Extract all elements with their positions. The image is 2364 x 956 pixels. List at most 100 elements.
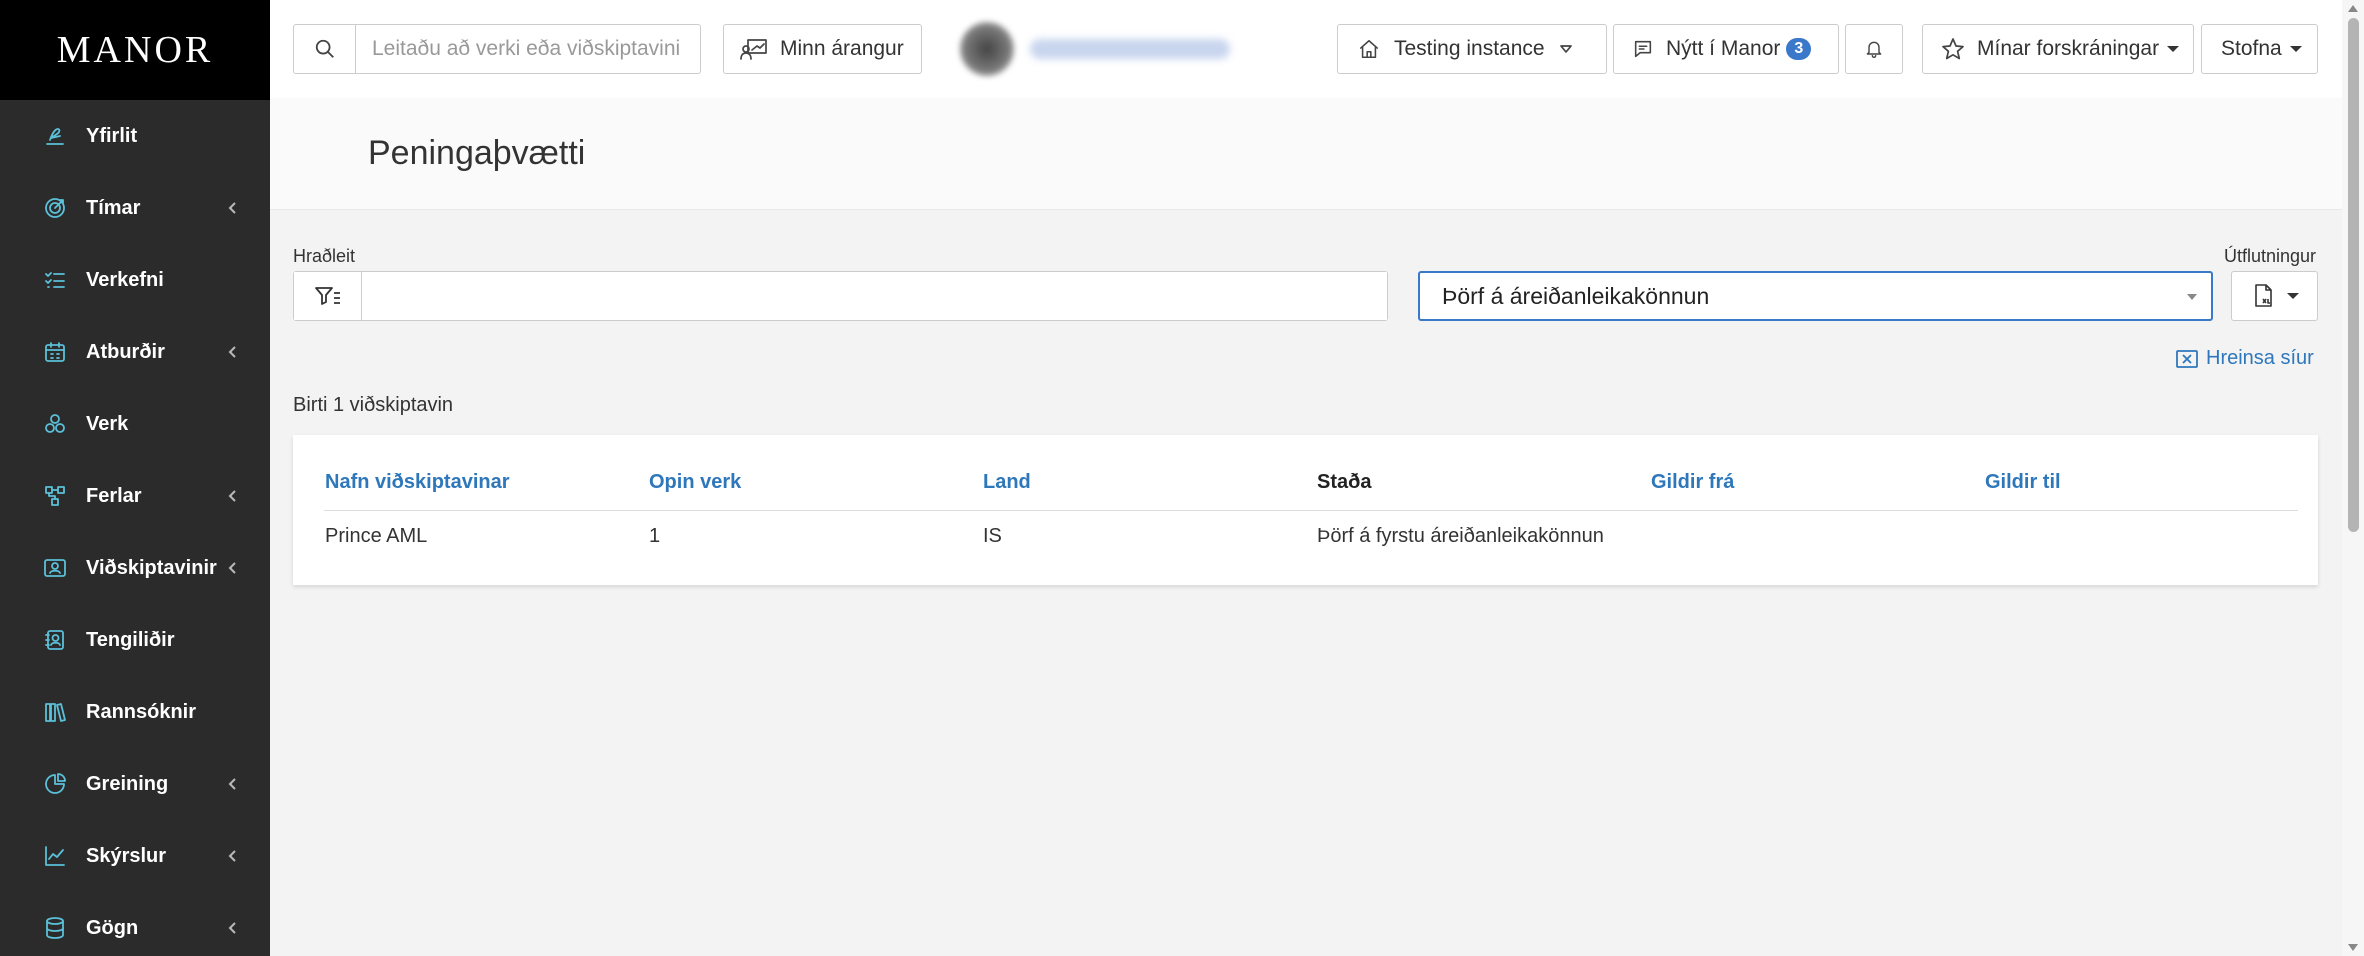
sidebar-item-label: Tengiliðir — [86, 628, 175, 651]
sidebar-item-label: Skýrslur — [86, 844, 167, 867]
bell-icon — [1866, 41, 1882, 58]
column-header-status: Staða — [1317, 471, 1372, 493]
filter-icon[interactable] — [294, 272, 362, 320]
brand-logo[interactable]: MANOR — [0, 0, 270, 100]
clear-x-icon — [2176, 349, 2198, 368]
users-card-icon — [42, 555, 68, 581]
caret-down-icon — [2167, 46, 2180, 52]
select-arrow-icon — [2187, 294, 2197, 300]
quick-search-input[interactable] — [362, 272, 1387, 320]
sidebar-item-vidskiptavinir[interactable]: Viðskiptavinir — [0, 532, 270, 604]
line-chart-icon — [42, 843, 68, 869]
sidebar-item-label: Greining — [86, 772, 169, 795]
search-icon[interactable] — [294, 25, 356, 73]
chevron-left-icon — [226, 849, 240, 863]
news-count-badge: 3 — [1786, 38, 1812, 60]
chevron-left-icon — [226, 201, 240, 215]
user-profile[interactable] — [960, 22, 1250, 76]
sidebar-item-tengilidir[interactable]: Tengiliðir — [0, 604, 270, 676]
scroll-up-arrow-icon[interactable] — [2348, 5, 2358, 12]
cell-country: IS — [983, 525, 1002, 547]
status-select-value: Þörf á áreiðanleikakönnun — [1442, 282, 1710, 309]
sidebar-item-label: Atburðir — [86, 340, 165, 363]
top-bar: Minn árangur Testing instance Nýtt í Man… — [270, 0, 2342, 98]
sidebar-item-label: Tímar — [86, 196, 141, 219]
sidebar-item-yfirlit[interactable]: Yfirlit — [0, 100, 270, 172]
news-label: Nýtt í Manor — [1666, 37, 1781, 60]
quick-search-label: Hraðleit — [293, 246, 356, 266]
sidebar-item-atburdir[interactable]: Atburðir — [0, 316, 270, 388]
flow-icon — [42, 483, 68, 509]
cell-name[interactable]: Prince AML — [325, 525, 427, 548]
column-header-name[interactable]: Nafn viðskiptavinar — [325, 471, 510, 494]
pie-chart-icon — [42, 771, 68, 797]
page-header: Peningaþvætti — [270, 98, 2342, 210]
news-button[interactable]: Nýtt í Manor 3 — [1613, 24, 1839, 74]
list-check-icon — [42, 267, 68, 293]
chevron-left-icon — [226, 777, 240, 791]
triangle-down-icon — [1559, 45, 1572, 53]
registrations-dropdown[interactable]: Mínar forskráningar — [1922, 24, 2194, 74]
chevron-left-icon — [226, 561, 240, 575]
create-dropdown[interactable]: Stofna — [2201, 24, 2318, 74]
header-divider — [324, 510, 2298, 511]
quick-search — [293, 271, 1388, 321]
create-label: Stofna — [2221, 37, 2282, 60]
target-icon — [42, 195, 68, 221]
scrollbar-thumb[interactable] — [2348, 18, 2359, 532]
sidebar-item-rannsoknir[interactable]: Rannsóknir — [0, 676, 270, 748]
sidebar-item-gogn[interactable]: Gögn — [0, 892, 270, 956]
sidebar-item-skyrslur[interactable]: Skýrslur — [0, 820, 270, 892]
column-header-open-jobs[interactable]: Opin verk — [649, 471, 741, 494]
chevron-left-icon — [226, 345, 240, 359]
cubes-icon — [42, 411, 68, 437]
contact-card-icon — [42, 627, 68, 653]
calendar-icon — [42, 339, 68, 365]
sidebar-item-label: Verkefni — [86, 268, 164, 291]
star-icon — [1942, 38, 1964, 60]
notifications-button[interactable] — [1845, 24, 1903, 74]
page-title: Peningaþvætti — [368, 134, 586, 172]
export-button[interactable] — [2231, 271, 2318, 321]
caret-down-icon — [2289, 46, 2302, 52]
search-input[interactable] — [356, 25, 700, 73]
brand-name: MANOR — [56, 29, 214, 71]
customers-table: Nafn viðskiptavinar Opin verk Land Staða… — [293, 435, 2318, 585]
books-icon — [42, 699, 68, 725]
chevron-left-icon — [226, 489, 240, 503]
avatar — [960, 22, 1014, 76]
sidebar-item-label: Rannsóknir — [86, 700, 197, 723]
global-search — [293, 24, 701, 74]
page-scrollbar[interactable] — [2342, 0, 2364, 956]
export-label: Útflutningur — [2224, 246, 2317, 266]
sidebar-item-ferlar[interactable]: Ferlar — [0, 460, 270, 532]
database-icon — [42, 915, 68, 941]
caret-down-icon — [2286, 293, 2299, 299]
sidebar: MANOR Yfirlit Tímar Verkefni Atburðir Ve… — [0, 0, 270, 956]
result-count: Birti 1 viðskiptavin — [293, 394, 454, 416]
chevron-left-icon — [226, 921, 240, 935]
column-header-valid-from[interactable]: Gildir frá — [1651, 471, 1734, 494]
cell-open-jobs: 1 — [649, 525, 661, 547]
sidebar-item-label: Ferlar — [86, 484, 142, 507]
scroll-down-arrow-icon[interactable] — [2348, 944, 2358, 951]
cell-status: Þörf á fyrstu áreiðanleikakönnun — [1317, 525, 1604, 547]
status-select[interactable]: Þörf á áreiðanleikakönnun — [1418, 271, 2213, 321]
my-results-label: Minn árangur — [780, 37, 904, 60]
column-header-country[interactable]: Land — [983, 471, 1031, 494]
signature-icon — [42, 123, 68, 149]
home-icon — [1359, 39, 1379, 59]
registrations-label: Mínar forskráningar — [1977, 37, 2160, 60]
sidebar-item-label: Gögn — [86, 916, 139, 939]
column-header-valid-to[interactable]: Gildir til — [1985, 471, 2061, 494]
xls-file-icon — [2254, 284, 2272, 307]
instance-dropdown[interactable]: Testing instance — [1337, 24, 1607, 74]
sidebar-item-label: Viðskiptavinir — [86, 556, 217, 579]
sidebar-item-timar[interactable]: Tímar — [0, 172, 270, 244]
sidebar-item-verkefni[interactable]: Verkefni — [0, 244, 270, 316]
sidebar-item-verk[interactable]: Verk — [0, 388, 270, 460]
sidebar-item-label: Verk — [86, 412, 129, 435]
my-results-button[interactable]: Minn árangur — [723, 24, 922, 74]
sidebar-item-greining[interactable]: Greining — [0, 748, 270, 820]
clear-filters-link[interactable]: Hreinsa síur — [2176, 347, 2314, 370]
